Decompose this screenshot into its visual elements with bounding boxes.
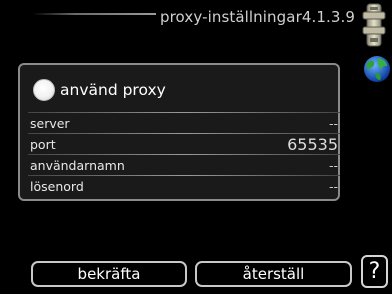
- globe-icon: [364, 56, 390, 82]
- help-button[interactable]: ?: [361, 255, 388, 288]
- server-value: --: [328, 116, 338, 131]
- password-value: --: [328, 179, 338, 194]
- page-title: proxy-inställningar4.1.3.9: [160, 8, 356, 26]
- username-row[interactable]: användarnamn --: [30, 156, 338, 175]
- username-label: användarnamn: [30, 158, 125, 173]
- server-row[interactable]: server --: [30, 114, 338, 133]
- thermostat-device-icon: [362, 3, 386, 47]
- confirm-button[interactable]: bekräfta: [31, 261, 187, 287]
- divider: [28, 112, 340, 113]
- divider: [28, 175, 340, 176]
- reset-button[interactable]: återställ: [195, 261, 352, 287]
- use-proxy-radio[interactable]: [33, 79, 55, 101]
- help-icon: ?: [368, 258, 381, 284]
- port-value: 65535: [287, 135, 338, 154]
- username-value: --: [328, 158, 338, 173]
- use-proxy-label: använd proxy: [60, 81, 166, 99]
- port-label: port: [30, 137, 56, 152]
- server-label: server: [30, 116, 70, 131]
- port-row[interactable]: port 65535: [30, 135, 338, 154]
- header-divider: [32, 13, 156, 15]
- password-label: lösenord: [30, 179, 84, 194]
- divider: [28, 154, 340, 155]
- password-row[interactable]: lösenord --: [30, 177, 338, 196]
- proxy-settings-panel: använd proxy server -- port 65535 använd…: [18, 63, 340, 201]
- use-proxy-toggle[interactable]: använd proxy: [33, 75, 233, 105]
- proxy-settings-screen: proxy-inställningar4.1.3.9 använd proxy …: [0, 0, 392, 294]
- divider: [28, 133, 340, 134]
